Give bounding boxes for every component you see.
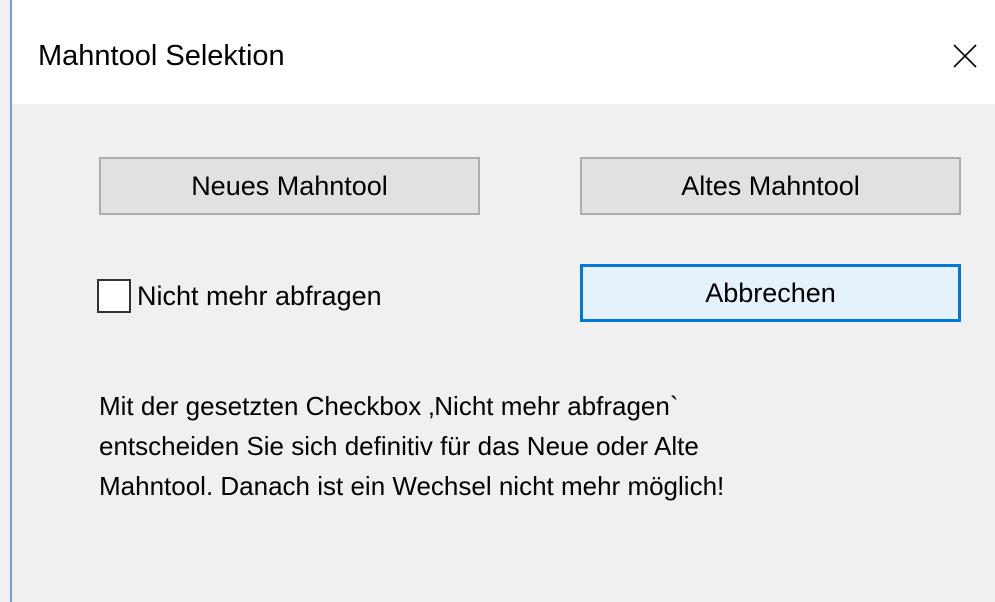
checkbox-box[interactable]: [97, 279, 131, 313]
info-line-2: entscheiden Sie sich definitiv für das N…: [99, 431, 699, 461]
title-bar[interactable]: Mahntool Selektion: [12, 0, 995, 104]
dialog-window: Mahntool Selektion Neues Mahntool Altes …: [0, 0, 995, 602]
close-x-icon: [953, 44, 977, 68]
altes-mahntool-button[interactable]: Altes Mahntool: [580, 157, 961, 215]
abbrechen-button[interactable]: Abbrechen: [580, 264, 961, 322]
info-line-3: Mahntool. Danach ist ein Wechsel nicht m…: [99, 471, 725, 501]
checkbox-label[interactable]: Nicht mehr abfragen: [137, 281, 382, 312]
info-line-1: Mit der gesetzten Checkbox ‚Nicht mehr a…: [99, 391, 679, 421]
neues-mahntool-button[interactable]: Neues Mahntool: [99, 157, 480, 215]
info-text: Mit der gesetzten Checkbox ‚Nicht mehr a…: [99, 386, 959, 506]
nicht-mehr-abfragen-checkbox[interactable]: Nicht mehr abfragen: [97, 276, 382, 316]
window-title: Mahntool Selektion: [38, 40, 285, 72]
close-button[interactable]: [935, 20, 995, 90]
